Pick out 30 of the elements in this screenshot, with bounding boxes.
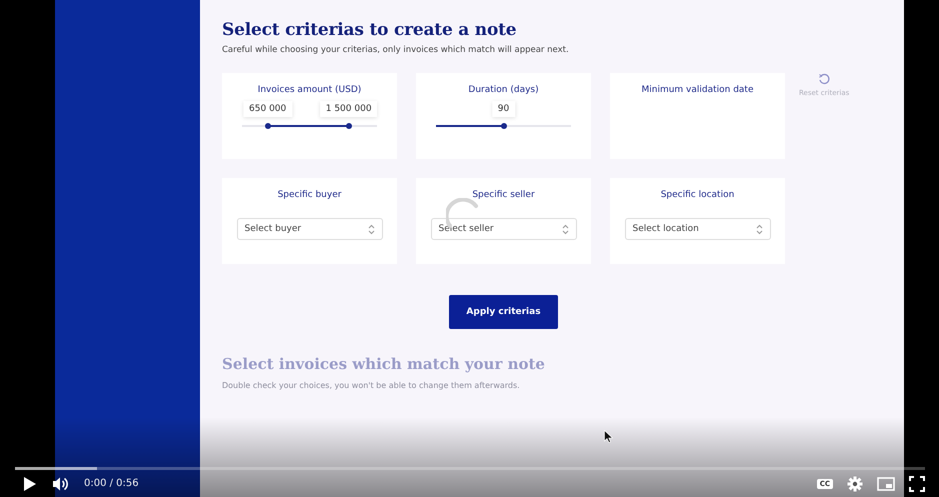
value-bubble: 650 000 xyxy=(243,101,292,117)
apply-button[interactable]: Apply criterias xyxy=(449,295,558,329)
slider-thumb[interactable] xyxy=(346,123,352,129)
select-field[interactable]: Select location xyxy=(624,218,770,240)
volume-icon[interactable] xyxy=(52,476,70,492)
criteria-label: Invoices amount (USD) xyxy=(258,85,362,95)
criteria-label: Specific buyer xyxy=(278,190,342,200)
section-title: Select invoices which match your note xyxy=(222,355,546,373)
value-bubble: 90 xyxy=(492,101,516,117)
fullscreen-icon[interactable] xyxy=(909,476,925,492)
value-bubble: 1 500 000 xyxy=(320,101,378,117)
reset-icon xyxy=(818,73,830,85)
time-display: 0:00 / 0:56 xyxy=(84,478,139,489)
chevron-icon xyxy=(756,224,762,234)
chevron-icon xyxy=(562,224,568,234)
slider-thumb[interactable] xyxy=(500,123,506,129)
criteria-label: Specific seller xyxy=(472,190,535,200)
settings-icon[interactable] xyxy=(847,476,863,492)
play-icon[interactable] xyxy=(22,476,38,492)
section-subtitle: Double check your choices, you won't be able to change them afterwards. xyxy=(222,381,521,390)
criteria-label: Minimum validation date xyxy=(641,85,754,95)
select-field[interactable]: Select buyer xyxy=(236,218,382,240)
page-subtitle: Careful while choosing your criterias, only invoices which match will appear next. xyxy=(222,45,570,55)
criteria-label: Duration (days) xyxy=(468,85,539,95)
chevron-icon xyxy=(368,224,374,234)
miniplayer-icon[interactable] xyxy=(877,476,895,490)
cursor-icon xyxy=(604,430,613,443)
slider-thumb[interactable] xyxy=(264,123,271,129)
criteria-label: Specific location xyxy=(660,190,734,200)
page-title: Select criterias to create a note xyxy=(222,20,518,40)
